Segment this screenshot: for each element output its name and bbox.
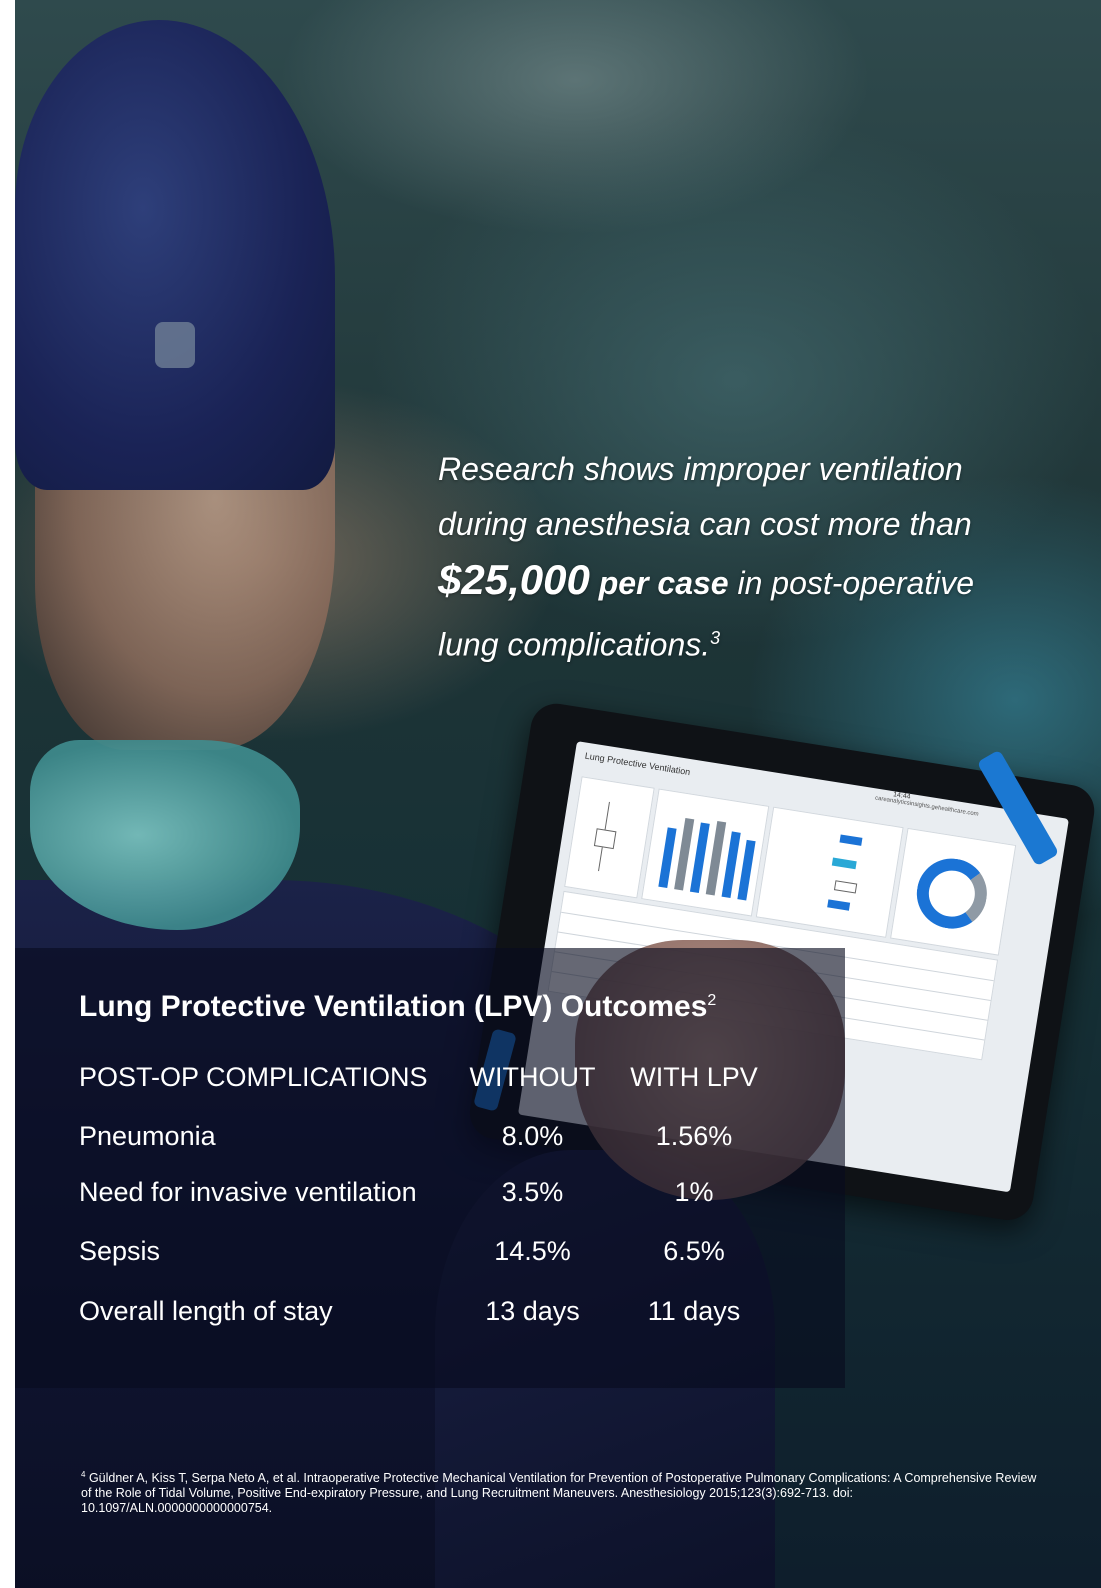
footnote: 4 Güldner A, Kiss T, Serpa Neto A, et al…: [81, 1467, 1041, 1516]
footnote-marker: 4: [81, 1470, 86, 1479]
compliance-panel: [564, 776, 655, 899]
cost-amount: $25,000: [438, 556, 590, 603]
per-case-label: per case: [598, 565, 729, 601]
row-label: Pneumonia: [79, 1121, 216, 1151]
headline-line-3-rest: in post-operative: [737, 565, 975, 601]
headline-line-3: $25,000 per case in post-operative: [438, 552, 1088, 611]
headline-line-2: during anesthesia can cost more than: [438, 506, 972, 542]
surgical-cap: [15, 20, 335, 490]
row-with-value: 6.5%: [663, 1236, 725, 1266]
row-label: Sepsis: [79, 1236, 161, 1266]
header-without: WITHOUT: [469, 1062, 596, 1092]
headline-line-1: Research shows improper ventilation: [438, 451, 963, 487]
row-without-value: 3.5%: [501, 1177, 564, 1207]
ventilation-modes-panel: [890, 827, 1017, 956]
outcomes-title: Lung Protective Ventilation (LPV) Outcom…: [79, 990, 717, 1023]
row-without-value: 8.0%: [501, 1121, 564, 1151]
background-photo: Lung Protective Ventilation 14:44 carean…: [15, 0, 1101, 1588]
header-complications: POST-OP COMPLICATIONS: [79, 1062, 428, 1092]
cap-logo-icon: [155, 322, 195, 368]
row-with-value: 1%: [674, 1177, 714, 1207]
header-with-lpv: WITH LPV: [630, 1062, 758, 1092]
outcomes-panel: Lung Protective Ventilation (LPV) Outcom…: [15, 948, 845, 1388]
recruitment-bar-panel: [641, 788, 770, 917]
row-label: Overall length of stay: [79, 1296, 333, 1326]
outcomes-title-reference: 2: [707, 992, 717, 1009]
donut-chart: [911, 853, 992, 934]
footnote-text: Güldner A, Kiss T, Serpa Neto A, et al. …: [81, 1471, 1037, 1516]
row-with-value: 11 days: [647, 1296, 741, 1326]
row-label: Need for invasive ventilation: [79, 1177, 417, 1207]
metrics-panel: [755, 806, 904, 938]
headline-line-4: lung complications.3: [438, 626, 721, 663]
row-without-value: 13 days: [485, 1296, 580, 1326]
cost-headline: Research shows improper ventilation duri…: [438, 442, 1088, 673]
row-without-value: 14.5%: [494, 1236, 571, 1266]
headline-reference: 3: [710, 628, 721, 648]
row-with-value: 1.56%: [655, 1121, 733, 1151]
